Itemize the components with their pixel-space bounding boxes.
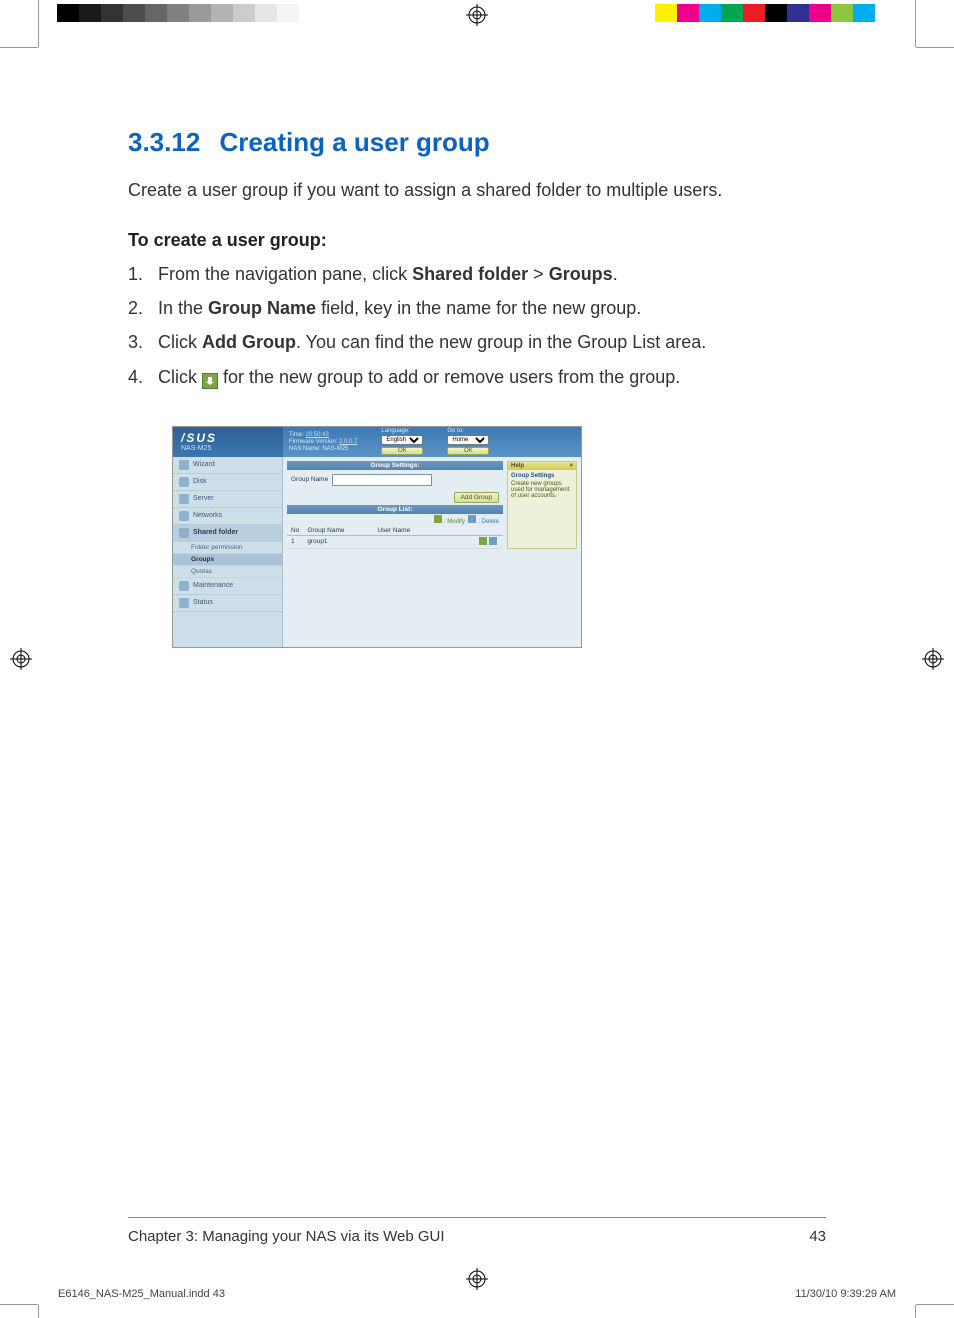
asus-logo: /SUS [181,431,283,445]
crop-mark [916,1304,954,1305]
nav-sub-quotas[interactable]: Quotas [173,566,282,578]
crop-mark [0,47,38,48]
crop-mark [915,1305,916,1318]
procedure-title: To create a user group: [128,230,826,251]
modify-icon [434,515,442,523]
language-select[interactable]: English [381,435,423,445]
shared-folder-icon [179,528,189,538]
nav-sub-groups[interactable]: Groups [173,554,282,566]
goto-select[interactable]: Home [447,435,489,445]
help-subtitle: Group Settings [511,473,573,479]
delete-icon [468,515,476,523]
add-group-button[interactable]: Add Group [454,492,499,503]
indd-timestamp: 11/30/10 9:39:29 AM [795,1288,896,1300]
step-4: Click for the new group to add or remove… [128,364,826,390]
registration-mark-icon [466,4,488,26]
networks-icon [179,511,189,521]
nav-networks[interactable]: Networks [173,508,282,525]
nav-wizard[interactable]: Wizard [173,457,282,474]
th-no: No [287,526,303,536]
page-body: 3.3.12 Creating a user group Create a us… [38,47,916,1305]
cell-group-name: group1 [303,535,373,548]
nav-server[interactable]: Server [173,491,282,508]
group-list-header: Group List: [287,505,503,514]
nav-maintenance[interactable]: Maintenance [173,578,282,595]
th-group-name: Group Name [303,526,373,536]
color-bar-right [633,4,897,22]
help-body-text: Create new groups used for management of… [511,481,573,499]
wizard-icon [179,460,189,470]
help-title: Help [511,463,524,469]
goto-ok-button[interactable]: OK [447,447,489,455]
th-user-name: User Name [373,526,473,536]
registration-mark-icon [10,648,32,670]
server-icon [179,494,189,504]
disk-icon [179,477,189,487]
table-row: 1 group1 [287,535,503,548]
group-list-table: No Group Name User Name 1 group1 [287,526,503,549]
firmware-link[interactable]: 2.0.0.7 [339,439,357,445]
legend-row: : Modify : Delete [287,514,503,526]
modify-icon [202,373,218,389]
intro-text: Create a user group if you want to assig… [128,178,826,202]
page-footer: Chapter 3: Managing your NAS via its Web… [128,1217,826,1245]
header-col-language: Language: English OK [381,428,423,455]
indd-file: E6146_NAS-M25_Manual.indd 43 [58,1288,225,1300]
group-name-input[interactable] [332,474,432,486]
footer-page-number: 43 [809,1228,826,1245]
section-heading: 3.3.12 Creating a user group [128,127,826,158]
group-name-row: Group Name [287,470,503,490]
step-1: From the navigation pane, click Shared f… [128,261,826,287]
section-number: 3.3.12 [128,127,200,157]
app-header: /SUS NAS-M25 Time: 20:50:43 Firmware Ver… [173,427,581,457]
group-settings-header: Group Settings: [287,461,503,470]
section-title: Creating a user group [220,127,490,157]
crop-mark [915,0,916,47]
main-panel: Group Settings: Group Name Add Group Gro… [283,457,581,647]
crop-mark [916,47,954,48]
language-ok-button[interactable]: OK [381,447,423,455]
crop-mark [0,1304,38,1305]
procedure-steps: From the navigation pane, click Shared f… [128,261,826,389]
maintenance-icon [179,581,189,591]
header-info: Time: 20:50:43 Firmware Version: 2.0.0.7… [283,427,581,457]
step-2: In the Group Name field, key in the name… [128,295,826,321]
nav-disk[interactable]: Disk [173,474,282,491]
row-modify-button[interactable] [479,537,487,545]
row-delete-button[interactable] [489,537,497,545]
nav-status[interactable]: Status [173,595,282,612]
group-name-label: Group Name [291,476,328,483]
crop-mark [38,1305,39,1318]
nav-shared-folder[interactable]: Shared folder [173,525,282,542]
embedded-screenshot: /SUS NAS-M25 Time: 20:50:43 Firmware Ver… [172,426,582,648]
product-name: NAS-M25 [181,445,283,452]
status-icon [179,598,189,608]
crop-mark [38,0,39,47]
step-3: Click Add Group. You can find the new gr… [128,329,826,355]
header-col-goto: Go to: Home OK [447,428,489,455]
cell-no: 1 [287,535,303,548]
color-bar-left [57,4,321,22]
nav-sub-folder-permission[interactable]: Folder permission [173,542,282,554]
time-link[interactable]: 20:50:43 [305,432,328,438]
footer-chapter: Chapter 3: Managing your NAS via its Web… [128,1228,445,1245]
help-collapse-icon[interactable]: × [569,463,573,469]
nav-sidebar: Wizard Disk Server Networks Shared folde… [173,457,283,647]
help-panel: Help × Group Settings Create new groups … [507,461,577,549]
indesign-slug: E6146_NAS-M25_Manual.indd 43 11/30/10 9:… [38,1288,916,1300]
header-col-system: Time: 20:50:43 Firmware Version: 2.0.0.7… [289,432,357,452]
registration-mark-icon [922,648,944,670]
brand-block: /SUS NAS-M25 [173,427,283,457]
